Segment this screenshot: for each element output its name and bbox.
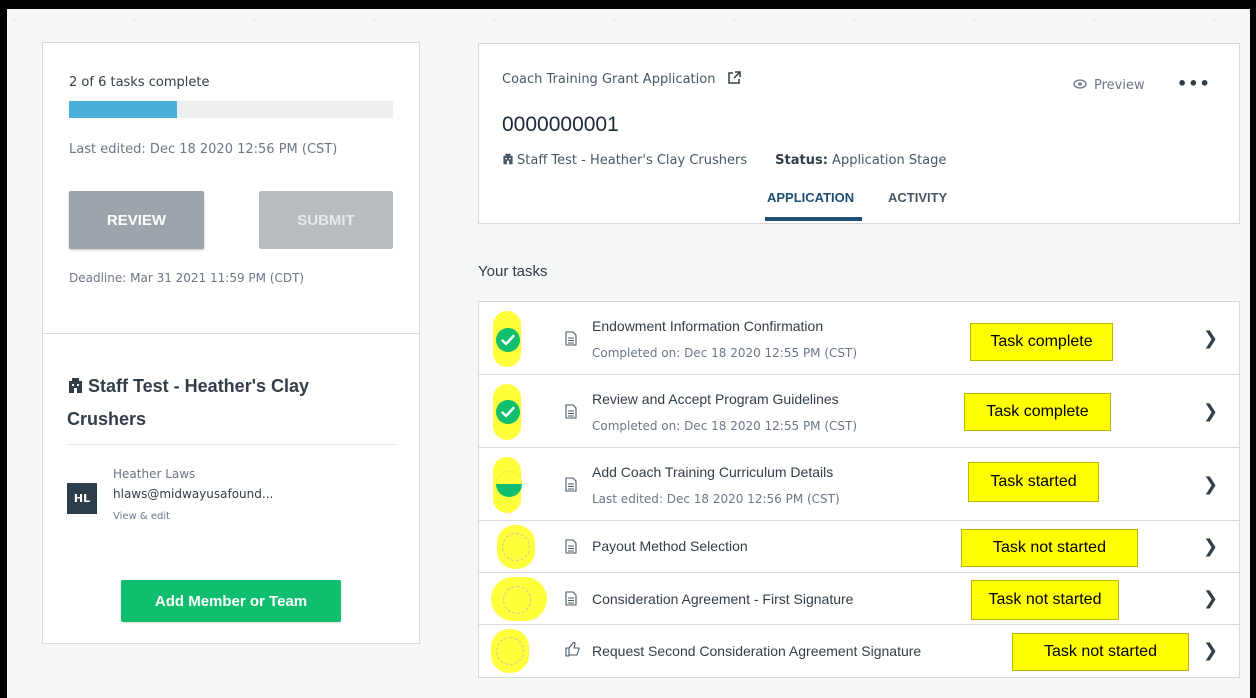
- task-row[interactable]: Consideration Agreement - First Signatur…: [479, 573, 1239, 625]
- task-list: Endowment Information Confirmation Compl…: [478, 301, 1240, 678]
- progress-bar: [69, 101, 393, 118]
- active-tab-indicator: [765, 217, 862, 221]
- task-title: Payout Method Selection: [592, 538, 748, 554]
- thumbs-up-icon: [565, 641, 580, 657]
- document-icon: [565, 404, 577, 419]
- task-subtitle: Completed on: Dec 18 2020 12:55 PM (CST): [592, 346, 858, 360]
- chevron-right-icon[interactable]: ❯: [1203, 536, 1218, 557]
- tab-application[interactable]: APPLICATION: [767, 190, 854, 205]
- eye-icon: [1073, 78, 1087, 93]
- task-subtitle: Last edited: Dec 18 2020 12:56 PM (CST): [592, 492, 840, 506]
- view-edit-link[interactable]: View & edit: [113, 511, 170, 522]
- task-row[interactable]: Payout Method Selection Task not started…: [479, 521, 1239, 573]
- task-row[interactable]: Review and Accept Program Guidelines Com…: [479, 375, 1239, 448]
- submit-button[interactable]: SUBMIT: [259, 191, 393, 249]
- task-row[interactable]: Add Coach Training Curriculum Details La…: [479, 448, 1239, 521]
- task-subtitle: Completed on: Dec 18 2020 12:55 PM (CST): [592, 419, 858, 433]
- chevron-right-icon[interactable]: ❯: [1203, 588, 1218, 609]
- window-frame: 2 of 6 tasks complete Last edited: Dec 1…: [0, 0, 1256, 698]
- progress-text: 2 of 6 tasks complete: [69, 75, 210, 90]
- empty-circle-icon: [502, 533, 530, 561]
- document-icon: [565, 539, 577, 554]
- task-row[interactable]: Request Second Consideration Agreement S…: [479, 625, 1239, 677]
- organization-name: Staff Test - Heather's Clay Crushers: [67, 371, 367, 435]
- application-id: 0000000001: [502, 113, 619, 136]
- check-icon: [496, 400, 520, 424]
- status-label: Task started: [968, 462, 1099, 502]
- external-link-icon[interactable]: [727, 71, 741, 89]
- status-value: Application Stage: [832, 153, 947, 168]
- progress-bar-fill: [69, 101, 177, 118]
- avatar: HL: [67, 483, 97, 514]
- chevron-right-icon[interactable]: ❯: [1203, 401, 1218, 422]
- building-icon: [503, 153, 513, 165]
- status-label: Task complete: [964, 393, 1111, 431]
- more-options-button[interactable]: •••: [1177, 74, 1211, 93]
- application-sidebar-card: 2 of 6 tasks complete Last edited: Dec 1…: [42, 42, 420, 644]
- application-title-text: Coach Training Grant Application: [502, 72, 716, 87]
- status-label: Task not started: [961, 529, 1138, 567]
- document-icon: [565, 477, 577, 492]
- chevron-right-icon[interactable]: ❯: [1203, 474, 1218, 495]
- document-icon: [565, 591, 577, 606]
- empty-circle-icon: [503, 586, 531, 614]
- task-title: Consideration Agreement - First Signatur…: [592, 591, 854, 607]
- building-icon: [67, 373, 84, 404]
- task-title: Review and Accept Program Guidelines: [592, 391, 839, 407]
- add-member-button[interactable]: Add Member or Team: [121, 580, 341, 622]
- task-title: Request Second Consideration Agreement S…: [592, 643, 922, 659]
- preview-label: Preview: [1094, 78, 1145, 93]
- status-text: Status: Application Stage: [775, 153, 946, 168]
- deadline-text: Deadline: Mar 31 2021 11:59 PM (CDT): [69, 271, 305, 285]
- member-email: hlaws@midwayusafound...: [113, 487, 274, 501]
- document-icon: [565, 331, 577, 346]
- last-edited-text: Last edited: Dec 18 2020 12:56 PM (CST): [69, 142, 338, 157]
- status-label: Task not started: [1012, 633, 1189, 671]
- top-ruler: [14, 18, 1256, 22]
- chevron-right-icon[interactable]: ❯: [1203, 328, 1218, 349]
- empty-circle-icon: [496, 637, 524, 665]
- check-icon: [496, 328, 520, 352]
- review-button[interactable]: REVIEW: [69, 191, 204, 249]
- task-title: Add Coach Training Curriculum Details: [592, 464, 834, 480]
- section-divider: [43, 333, 419, 334]
- half-circle-icon: [496, 471, 522, 497]
- status-key: Status:: [775, 153, 828, 168]
- task-title: Endowment Information Confirmation: [592, 318, 824, 334]
- tab-activity[interactable]: ACTIVITY: [888, 190, 947, 205]
- status-label: Task not started: [971, 580, 1119, 620]
- tasks-heading: Your tasks: [478, 263, 548, 280]
- organization-divider: [67, 444, 397, 445]
- member-name: Heather Laws: [113, 467, 196, 481]
- status-label: Task complete: [970, 323, 1113, 361]
- application-title[interactable]: Coach Training Grant Application: [502, 71, 741, 89]
- task-row[interactable]: Endowment Information Confirmation Compl…: [479, 302, 1239, 375]
- header-organization-text: Staff Test - Heather's Clay Crushers: [517, 153, 748, 168]
- application-header-card: Coach Training Grant Application Preview…: [478, 43, 1240, 224]
- application-meta: Staff Test - Heather's Clay Crushers Sta…: [502, 153, 946, 168]
- preview-button[interactable]: Preview: [1073, 78, 1145, 93]
- header-organization: Staff Test - Heather's Clay Crushers: [502, 153, 747, 168]
- chevron-right-icon[interactable]: ❯: [1203, 640, 1218, 661]
- organization-name-text: Staff Test - Heather's Clay Crushers: [67, 376, 310, 429]
